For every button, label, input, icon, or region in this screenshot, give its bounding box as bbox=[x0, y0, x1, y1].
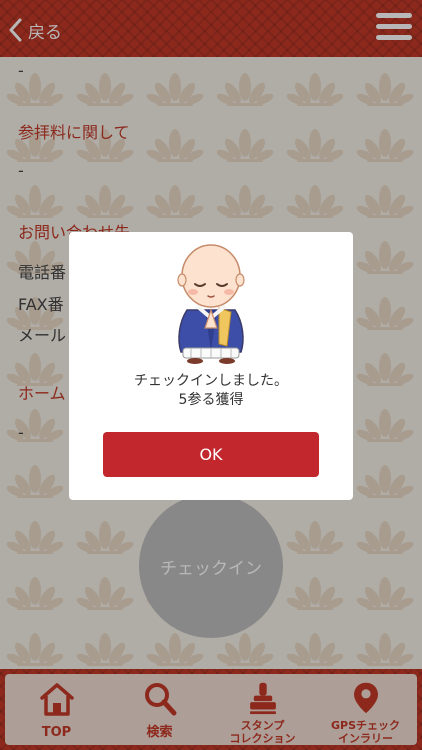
dialog-message: チェックインしました。 5参る獲得 bbox=[69, 372, 353, 410]
dialog-message-line1: チェックインしました。 bbox=[134, 373, 288, 389]
praying-monk-illustration bbox=[177, 244, 245, 364]
checkin-dialog: チェックインしました。 5参る獲得 OK bbox=[69, 232, 353, 500]
ok-button[interactable]: OK bbox=[103, 432, 319, 477]
dialog-message-line2: 5参る獲得 bbox=[178, 392, 244, 408]
ok-label: OK bbox=[199, 445, 223, 464]
